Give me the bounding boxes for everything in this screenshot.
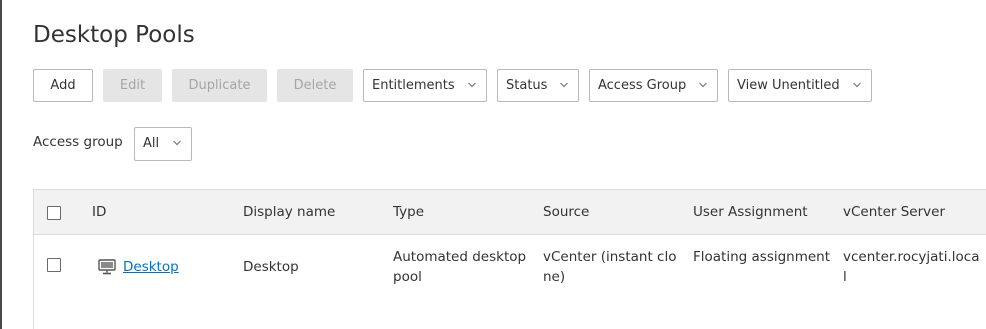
add-button[interactable]: Add xyxy=(33,69,93,102)
page-title: Desktop Pools xyxy=(33,22,195,48)
cell-source: vCenter (instant clone) xyxy=(543,249,677,285)
row-checkbox[interactable] xyxy=(47,258,61,272)
select-all-checkbox[interactable] xyxy=(47,206,61,220)
pool-id-link[interactable]: Desktop xyxy=(98,259,179,275)
column-header-id[interactable]: ID xyxy=(92,204,106,220)
chevron-down-icon xyxy=(560,82,568,88)
chevron-down-icon xyxy=(853,82,861,88)
status-dropdown-label: Status xyxy=(506,78,548,93)
cell-vcenter-server: vcenter.rocyjati.local xyxy=(843,249,980,285)
access-group-dropdown[interactable]: Access Group xyxy=(589,69,718,102)
column-header-vcenter-server[interactable]: vCenter Server xyxy=(843,204,945,220)
cell-display-name: Desktop xyxy=(243,259,299,275)
desktop-pools-table: ID Display name Type Source User Assignm… xyxy=(33,189,986,329)
chevron-down-icon xyxy=(468,82,476,88)
access-group-select-value: All xyxy=(143,136,160,151)
window-edge xyxy=(0,0,2,329)
desktop-pools-page: Desktop Pools Add Edit Duplicate Delete … xyxy=(0,0,986,329)
view-unentitled-dropdown-label: View Unentitled xyxy=(737,78,840,93)
entitlements-dropdown-label: Entitlements xyxy=(372,78,455,93)
table-header: ID Display name Type Source User Assignm… xyxy=(34,189,986,235)
access-group-select[interactable]: All xyxy=(134,127,192,161)
monitor-icon xyxy=(98,259,116,275)
column-header-type[interactable]: Type xyxy=(393,204,424,220)
chevron-down-icon xyxy=(173,140,181,146)
entitlements-dropdown[interactable]: Entitlements xyxy=(363,69,487,102)
view-unentitled-dropdown[interactable]: View Unentitled xyxy=(728,69,872,102)
access-group-label: Access group xyxy=(33,134,123,150)
duplicate-button[interactable]: Duplicate xyxy=(172,69,267,102)
edit-button[interactable]: Edit xyxy=(103,69,162,102)
column-header-display-name[interactable]: Display name xyxy=(243,204,335,220)
access-group-dropdown-label: Access Group xyxy=(598,78,687,93)
cell-type: Automated desktop pool xyxy=(393,249,527,285)
column-header-source[interactable]: Source xyxy=(543,204,589,220)
pool-id-link-text[interactable]: Desktop xyxy=(123,259,179,275)
cell-user-assignment: Floating assignment xyxy=(693,249,831,265)
chevron-down-icon xyxy=(699,82,707,88)
toolbar: Add Edit Duplicate Delete Entitlements S… xyxy=(33,69,882,102)
delete-button[interactable]: Delete xyxy=(277,69,353,102)
status-dropdown[interactable]: Status xyxy=(497,69,579,102)
table-row[interactable]: Desktop Desktop Automated desktop pool v… xyxy=(34,235,986,329)
column-header-user-assignment[interactable]: User Assignment xyxy=(693,204,808,220)
